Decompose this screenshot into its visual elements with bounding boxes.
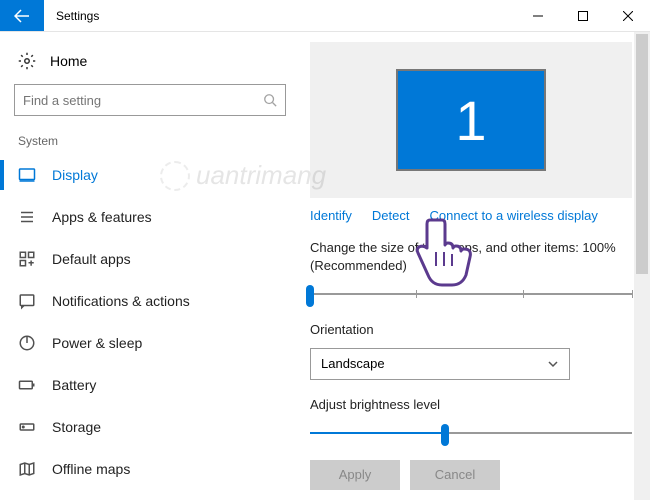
power-icon xyxy=(18,334,36,352)
sidebar-item-label: Offline maps xyxy=(52,461,130,477)
sidebar-item-storage[interactable]: Storage xyxy=(14,406,286,448)
back-button[interactable] xyxy=(0,0,44,31)
sidebar-item-label: Power & sleep xyxy=(52,335,142,351)
sidebar-item-offline-maps[interactable]: Offline maps xyxy=(14,448,286,490)
section-label: System xyxy=(18,134,286,148)
scrollbar-thumb[interactable] xyxy=(636,34,648,274)
maximize-button[interactable] xyxy=(560,0,605,31)
orientation-label: Orientation xyxy=(310,321,632,339)
connect-wireless-display-link[interactable]: Connect to a wireless display xyxy=(430,208,598,223)
brightness-label: Adjust brightness level xyxy=(310,396,632,414)
close-button[interactable] xyxy=(605,0,650,31)
brightness-slider[interactable] xyxy=(310,422,632,446)
sidebar-item-label: Storage xyxy=(52,419,101,435)
sidebar-item-label: Default apps xyxy=(52,251,131,267)
home-label: Home xyxy=(50,53,87,69)
cancel-button[interactable]: Cancel xyxy=(410,460,500,490)
sidebar-item-battery[interactable]: Battery xyxy=(14,364,286,406)
gear-icon xyxy=(18,52,36,70)
maps-icon xyxy=(18,460,36,478)
chevron-down-icon xyxy=(547,358,559,370)
sidebar-item-label: Notifications & actions xyxy=(52,293,190,309)
home-button[interactable]: Home xyxy=(14,46,286,84)
orientation-select[interactable]: Landscape xyxy=(310,348,570,380)
sidebar-item-default-apps[interactable]: Default apps xyxy=(14,238,286,280)
default-apps-icon xyxy=(18,250,36,268)
storage-icon xyxy=(18,418,36,436)
sidebar-item-display[interactable]: Display xyxy=(14,154,286,196)
window-title: Settings xyxy=(44,0,515,31)
sidebar-item-label: Battery xyxy=(52,377,96,393)
search-icon xyxy=(263,93,277,107)
sidebar-item-label: Display xyxy=(52,167,98,183)
battery-icon xyxy=(18,376,36,394)
scale-slider[interactable] xyxy=(310,283,632,307)
notifications-icon xyxy=(18,292,36,310)
brightness-slider-thumb[interactable] xyxy=(441,424,449,446)
detect-link[interactable]: Detect xyxy=(372,208,410,223)
sidebar-item-apps-features[interactable]: Apps & features xyxy=(14,196,286,238)
orientation-value: Landscape xyxy=(321,356,385,371)
scale-slider-thumb[interactable] xyxy=(306,285,314,307)
identify-link[interactable]: Identify xyxy=(310,208,352,223)
search-input[interactable] xyxy=(23,93,263,108)
minimize-button[interactable] xyxy=(515,0,560,31)
sidebar-item-label: Apps & features xyxy=(52,209,152,225)
apply-button[interactable]: Apply xyxy=(310,460,400,490)
scale-label: Change the size of text, apps, and other… xyxy=(310,239,632,275)
sidebar-item-power-sleep[interactable]: Power & sleep xyxy=(14,322,286,364)
monitor-1[interactable]: 1 xyxy=(396,69,546,171)
display-preview-area: 1 xyxy=(310,42,632,198)
search-input-wrapper[interactable] xyxy=(14,84,286,116)
sidebar-item-notifications[interactable]: Notifications & actions xyxy=(14,280,286,322)
apps-icon xyxy=(18,208,36,226)
display-icon xyxy=(18,166,36,184)
scrollbar-vertical[interactable] xyxy=(634,32,650,500)
